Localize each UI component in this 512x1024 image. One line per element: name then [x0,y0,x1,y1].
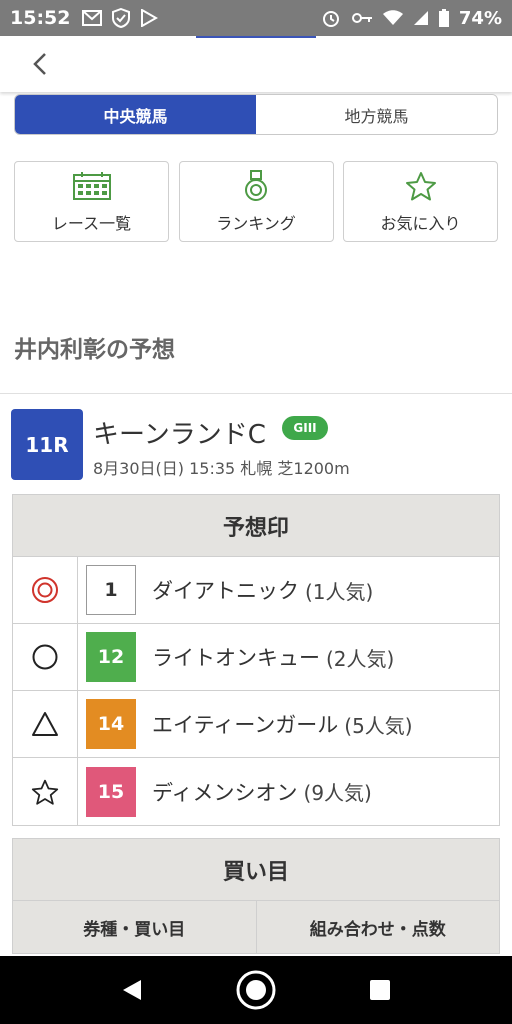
quick-menu: レース一覧 ランキング お気に入り [14,161,498,242]
race-number-badge: 11R [11,409,83,480]
prediction-table: 予想印 1 ダイアトニック (1人気) 12 ライトオンキュー (2人気) 14… [12,494,500,826]
favorites-label: お気に入り [380,213,461,233]
system-nav-bar [0,956,512,1024]
horse-number: 1 [86,565,136,615]
horse-name: ダイアトニック [152,579,299,603]
horse-number: 15 [86,766,136,817]
prediction-row: 12 ライトオンキュー (2人気) [13,624,499,691]
status-time: 15:52 [10,7,71,29]
horse-popularity: (9人気) [303,781,372,805]
prediction-title: 予想印 [13,495,499,557]
recents-icon[interactable] [356,966,404,1014]
play-store-icon [140,9,159,27]
race-meta: 8月30日(日) 15:35 札幌 芝1200m [93,459,350,478]
ranking-button[interactable]: ランキング [178,161,334,242]
alarm-icon [321,8,341,28]
page-title: 井内利彰の予想 [14,337,175,363]
horse-name: ディメンシオン [152,780,298,805]
prediction-row: 15 ディメンシオン (9人気) [13,758,499,825]
prediction-row: 14 エイティーンガール (5人気) [13,691,499,758]
race-list-label: レース一覧 [51,213,132,233]
racing-type-segment: 中央競馬 地方競馬 [14,94,498,135]
medal-icon [243,169,269,202]
star-outline-icon [405,170,437,202]
favorites-button[interactable]: お気に入り [343,161,498,242]
circle-icon [13,624,78,690]
signal-icon [413,10,429,26]
horse-name: エイティーンガール [152,713,339,737]
wifi-icon [382,10,403,26]
buy-table: 買い目 券種・買い目 組み合わせ・点数 [12,838,500,954]
horse-popularity: (2人気) [326,646,395,671]
divider [0,393,512,394]
horse-popularity: (1人気) [305,579,374,604]
horse-number: 12 [86,632,136,682]
battery-icon [438,9,449,27]
segment-local-racing[interactable]: 地方競馬 [256,95,497,134]
ranking-label: ランキング [216,213,296,233]
segment-central-racing[interactable]: 中央競馬 [15,95,256,134]
status-bar: 15:52 74% [0,0,512,36]
buy-title: 買い目 [13,839,499,901]
grade-badge: GIII [282,416,328,440]
race-list-button[interactable]: レース一覧 [14,161,169,242]
prediction-row: 1 ダイアトニック (1人気) [13,557,499,624]
key-icon [351,11,373,25]
triangle-icon [13,691,78,757]
back-icon[interactable] [108,966,156,1014]
double-circle-icon [13,557,78,623]
app-bar [0,36,512,92]
battery-percent: 74% [458,7,502,29]
horse-number: 14 [86,699,136,749]
tab-indicator [196,36,316,38]
mail-icon [82,10,103,26]
bet-type-header: 券種・買い目 [13,901,257,953]
chevron-left-icon[interactable] [24,48,56,80]
horse-popularity: (5人気) [344,713,413,738]
star-icon [13,758,78,825]
shield-check-icon [112,8,131,28]
calendar-icon [72,170,112,202]
horse-name: ライトオンキュー [152,646,320,670]
combination-header: 組み合わせ・点数 [309,919,446,940]
home-icon[interactable] [232,966,280,1014]
race-name: キーンランドC [93,420,266,450]
